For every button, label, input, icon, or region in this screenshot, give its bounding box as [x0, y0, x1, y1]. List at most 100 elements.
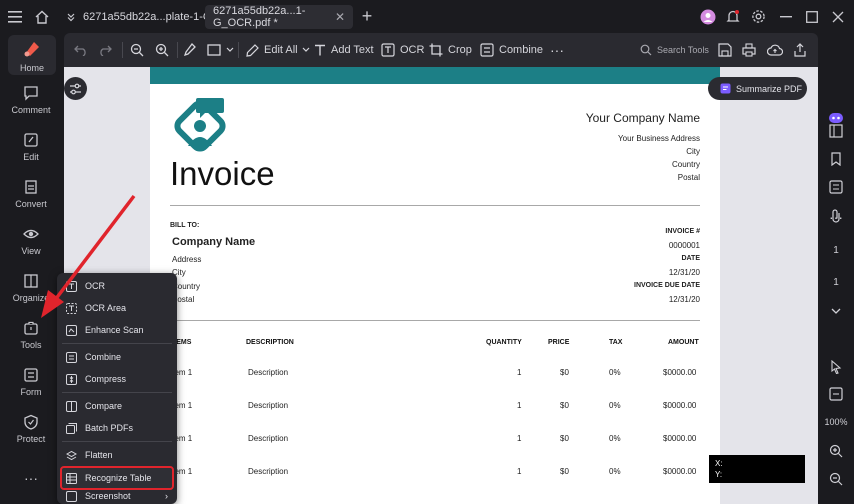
menu-item-label: Batch PDFs [85, 423, 134, 433]
share-icon[interactable] [793, 33, 812, 67]
shape-rectangle-icon[interactable] [207, 33, 239, 67]
nav-convert[interactable]: Convert [0, 179, 62, 209]
left-navigation: Home Comment Edit Convert View Organize … [0, 33, 62, 504]
ai-summarize-icon [720, 83, 731, 94]
nav-label: Protect [16, 434, 46, 444]
x-label: X: [715, 459, 723, 468]
highlighter-icon[interactable] [184, 33, 201, 67]
fields-icon[interactable] [818, 180, 854, 197]
menu-icon[interactable] [0, 0, 30, 33]
print-icon[interactable] [742, 33, 761, 67]
nav-protect[interactable]: Protect [0, 414, 62, 444]
company-name: Your Company Name [585, 111, 700, 125]
menu-item-combine[interactable]: Combine [62, 347, 172, 367]
zoom-in-icon[interactable] [155, 33, 174, 67]
notification-bell-icon[interactable] [722, 0, 744, 33]
enhance-scan-icon [66, 324, 77, 336]
nav-organize[interactable]: Organize [0, 273, 62, 303]
menu-item-ocr-area[interactable]: OCR Area [62, 298, 172, 318]
settings-gear-icon[interactable] [747, 0, 769, 33]
search-tools[interactable]: Search Tools [640, 33, 709, 67]
home-icon[interactable] [32, 0, 52, 33]
redo-icon[interactable] [98, 33, 117, 67]
menu-item-label: Combine [85, 352, 122, 362]
tab-label: 6271a55db22a...1-G_OCR.pdf * [213, 5, 306, 29]
bill-company-name: Company Name [172, 236, 256, 248]
cloud-upload-icon[interactable] [767, 33, 788, 67]
zoom-in-icon[interactable] [818, 444, 854, 461]
invoice-number-label: INVOICE # [665, 228, 700, 235]
cell-description: Description [248, 401, 289, 410]
page-down-icon[interactable] [818, 307, 854, 318]
menu-divider [62, 441, 172, 442]
cell-description: Description [248, 434, 289, 443]
convert-icon [25, 180, 37, 194]
document-viewer[interactable]: Invoice Your Company Name Your Business … [64, 67, 818, 504]
cell-amount: $0000.00 [663, 401, 697, 410]
toolbar-more-button[interactable]: ··· [550, 33, 564, 67]
bookmark-icon[interactable] [818, 152, 854, 169]
nav-comment[interactable]: Comment [0, 85, 62, 115]
zoom-level[interactable]: 100% [818, 417, 854, 427]
filter-settings-button[interactable] [64, 77, 87, 100]
menu-item-flatten[interactable]: Flatten [62, 445, 172, 465]
cell-quantity: 1 [517, 368, 522, 377]
maximize-icon[interactable] [802, 0, 822, 33]
zoom-out-icon[interactable] [818, 472, 854, 489]
menu-item-screenshot[interactable]: Screenshot › [62, 489, 172, 503]
nav-label: Tools [20, 340, 42, 350]
coordinate-readout: X: Y: [709, 455, 805, 483]
tab-document-2[interactable]: 6271a55db22a...1-G_OCR.pdf * ✕ [205, 5, 353, 29]
avatar[interactable] [697, 0, 719, 33]
summarize-pdf-button[interactable]: Summarize PDF [708, 77, 807, 100]
column-header-amount: AMOUNT [668, 339, 699, 346]
nav-view[interactable]: View [0, 226, 62, 256]
cell-description: Description [248, 368, 289, 377]
zoom-out-icon[interactable] [130, 33, 149, 67]
fit-page-icon[interactable] [818, 387, 854, 404]
column-header-tax: TAX [609, 339, 623, 346]
menu-item-batch-pdfs[interactable]: Batch PDFs [62, 418, 172, 438]
cell-price: $0 [560, 368, 569, 377]
menu-item-enhance-scan[interactable]: Enhance Scan [62, 320, 172, 340]
minimize-icon[interactable] [776, 0, 796, 33]
right-more-button[interactable]: ··· [818, 207, 854, 225]
menu-item-recognize-table[interactable]: Recognize Table [60, 466, 174, 490]
new-tab-button[interactable]: + [357, 0, 377, 33]
due-date-value: 12/31/20 [668, 295, 700, 304]
nav-tools[interactable]: Tools [0, 320, 62, 350]
edit-all-button[interactable]: Edit All [246, 33, 315, 67]
save-icon[interactable] [718, 33, 737, 67]
cell-tax: 0% [609, 368, 621, 377]
cell-price: $0 [560, 401, 569, 410]
column-header-description: DESCRIPTION [246, 339, 294, 346]
ocr-button[interactable]: OCR [381, 33, 424, 67]
cell-amount: $0000.00 [663, 467, 697, 476]
cell-quantity: 1 [517, 401, 522, 410]
date-value: 12/31/20 [668, 268, 700, 277]
close-tab-icon[interactable]: ✕ [335, 10, 345, 24]
undo-icon[interactable] [74, 33, 93, 67]
pencil-icon [246, 43, 259, 57]
nav-home[interactable]: Home [8, 35, 56, 75]
nav-edit[interactable]: Edit [0, 132, 62, 162]
menu-item-compare[interactable]: Compare [62, 396, 172, 416]
nav-form[interactable]: Form [0, 367, 62, 397]
column-header-quantity: QUANTITY [486, 339, 522, 346]
nav-label: Edit [23, 152, 39, 162]
combine-button[interactable]: Combine [480, 33, 543, 67]
chevron-right-icon: › [165, 491, 168, 501]
add-text-button[interactable]: Add Text [314, 33, 374, 67]
cell-tax: 0% [609, 401, 621, 410]
cell-description: Description [248, 467, 289, 476]
thumbnails-icon[interactable] [818, 124, 854, 141]
chevron-down-icon [226, 47, 234, 52]
menu-item-ocr[interactable]: OCR [62, 276, 172, 296]
crop-button[interactable]: Crop [429, 33, 472, 67]
nav-more-button[interactable]: ··· [0, 470, 62, 486]
combine-label: Combine [499, 44, 544, 56]
select-cursor-icon[interactable] [818, 359, 854, 377]
menu-item-compress[interactable]: Compress [62, 369, 172, 389]
close-window-icon[interactable] [828, 0, 848, 33]
page-current[interactable]: 1 [818, 245, 854, 256]
